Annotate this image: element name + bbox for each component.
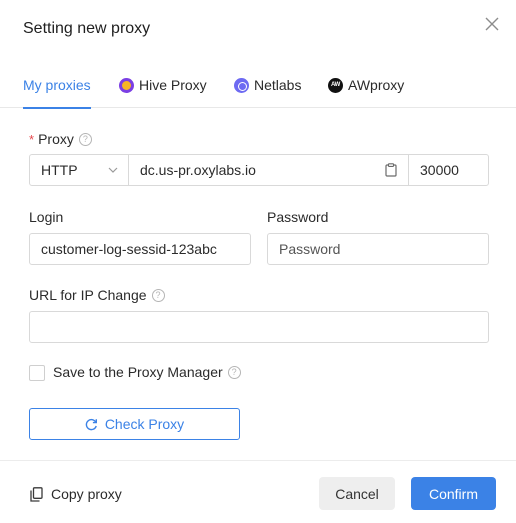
password-input[interactable]: [267, 233, 489, 265]
tab-my-proxies[interactable]: My proxies: [23, 62, 91, 109]
confirm-button[interactable]: Confirm: [411, 477, 496, 510]
proxy-port-input[interactable]: [408, 154, 489, 186]
url-change-input[interactable]: [29, 311, 489, 343]
help-icon[interactable]: ?: [151, 288, 165, 302]
help-icon[interactable]: ?: [227, 365, 241, 379]
proxy-port-field[interactable]: [420, 162, 488, 178]
save-to-manager-checkbox[interactable]: [29, 365, 45, 381]
cancel-button[interactable]: Cancel: [319, 477, 395, 510]
login-field[interactable]: [41, 241, 250, 257]
proxy-host-input[interactable]: [128, 154, 409, 186]
copy-proxy-label: Copy proxy: [51, 486, 122, 502]
help-icon[interactable]: ?: [78, 132, 92, 146]
dialog-title: Setting new proxy: [23, 20, 151, 37]
url-change-label-text: URL for IP Change: [29, 287, 147, 303]
url-change-field[interactable]: [41, 319, 488, 335]
check-proxy-label: Check Proxy: [104, 416, 185, 432]
proxy-label: * Proxy ?: [29, 131, 92, 147]
dialog-footer: Copy proxy Cancel Confirm: [0, 460, 516, 523]
tab-hive-proxy[interactable]: Hive Proxy: [119, 62, 207, 108]
tab-label: AWproxy: [348, 77, 405, 93]
save-to-manager-label: Save to the Proxy Manager ?: [53, 364, 241, 380]
clipboard-icon[interactable]: [385, 163, 397, 177]
required-mark: *: [29, 131, 35, 147]
password-label: Password: [267, 209, 329, 225]
login-label: Login: [29, 209, 64, 225]
close-icon[interactable]: [484, 16, 500, 32]
proxy-source-tabs: My proxies Hive Proxy Netlabs AW AWproxy: [0, 62, 516, 109]
tab-label: My proxies: [23, 77, 91, 93]
password-field[interactable]: [279, 241, 488, 257]
proxy-host-field[interactable]: [140, 162, 408, 178]
protocol-value: HTTP: [41, 162, 78, 178]
protocol-select[interactable]: HTTP: [29, 154, 129, 186]
awproxy-icon: AW: [328, 77, 343, 93]
check-proxy-button[interactable]: Check Proxy: [29, 408, 240, 440]
chevron-down-icon: [108, 167, 118, 173]
tab-netlabs[interactable]: Netlabs: [234, 62, 301, 108]
proxy-dialog: Setting new proxy My proxies Hive Proxy …: [0, 0, 516, 523]
tab-label: Hive Proxy: [139, 77, 207, 93]
hive-proxy-icon: [119, 77, 134, 93]
tab-awproxy[interactable]: AW AWproxy: [328, 62, 404, 108]
copy-proxy-button[interactable]: Copy proxy: [30, 486, 122, 502]
proxy-label-text: Proxy: [38, 131, 74, 147]
netlabs-icon: [234, 77, 249, 93]
refresh-icon: [85, 418, 97, 430]
login-input[interactable]: [29, 233, 251, 265]
url-change-label: URL for IP Change ?: [29, 287, 165, 303]
save-to-manager-text: Save to the Proxy Manager: [53, 364, 223, 380]
copy-icon: [30, 486, 43, 502]
tab-label: Netlabs: [254, 77, 302, 93]
